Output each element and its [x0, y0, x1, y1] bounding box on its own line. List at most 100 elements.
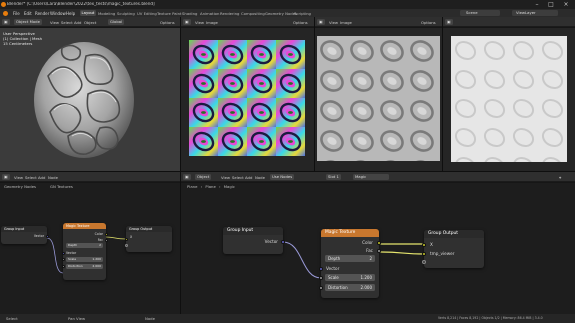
socket-vector-output[interactable]: [45, 234, 49, 238]
socket-empty-input[interactable]: [422, 260, 426, 264]
socket-distortion-input[interactable]: [61, 265, 65, 268]
socket-vector-output[interactable]: [281, 239, 285, 244]
viewport-menu-object[interactable]: Object: [84, 20, 96, 25]
node-right-menu-view[interactable]: View: [221, 175, 230, 180]
node-left-group-input[interactable]: Group Input Vector: [1, 226, 49, 244]
image-editor-1-options[interactable]: Options: [293, 20, 308, 25]
image-editor-2-canvas[interactable]: [315, 28, 442, 171]
image-editor-2-menu-image[interactable]: Image: [340, 20, 352, 25]
node-editor-left-canvas[interactable]: Geometry Nodes GN Textures Group Input V…: [0, 183, 180, 314]
workspace-tab-modeling[interactable]: Modeling: [98, 11, 115, 16]
menu-file[interactable]: File: [13, 11, 20, 16]
shader-type-dropdown[interactable]: Object: [195, 174, 212, 180]
node-right-distortion-field[interactable]: Distortion 2.000: [325, 284, 375, 291]
socket-color-output[interactable]: [377, 240, 381, 245]
maximize-icon[interactable]: □: [546, 1, 556, 8]
editor-type-icon[interactable]: ▣: [183, 19, 191, 25]
workspace-tab-scripting[interactable]: Scripting: [294, 11, 311, 16]
socket-fac-output[interactable]: [104, 238, 108, 242]
workspace-tab-compositing[interactable]: Compositing: [241, 11, 265, 16]
menu-help[interactable]: Help: [66, 11, 75, 16]
material-selector[interactable]: Magic: [353, 174, 389, 180]
viewport-menu-view[interactable]: View: [50, 20, 59, 25]
viewport-3d[interactable]: User Perspective (1) Collection | Mesh 1…: [0, 28, 180, 171]
node-left-menu-select[interactable]: Select: [25, 175, 37, 180]
menu-window[interactable]: Window: [50, 11, 66, 16]
socket-x-input[interactable]: [124, 237, 128, 241]
workspace-tab-uv-editing[interactable]: UV Editing: [137, 11, 157, 16]
viewport-2-canvas[interactable]: [443, 28, 575, 171]
node-right-depth-value: 2: [369, 256, 372, 261]
editor-type-icon[interactable]: ▣: [2, 19, 10, 25]
editor-type-icon[interactable]: ▣: [445, 19, 453, 25]
node-left-group-output[interactable]: Group Output X: [124, 226, 172, 252]
blender-menu-icon[interactable]: [3, 10, 8, 16]
image-editor-1-menu-image[interactable]: Image: [206, 20, 218, 25]
node-left-menu-add[interactable]: Add: [38, 175, 45, 180]
socket-vector-input[interactable]: [319, 266, 323, 271]
node-left-distortion-value: 2.000: [92, 264, 101, 268]
image-editor-1-canvas[interactable]: [181, 28, 314, 171]
node-right-group-input[interactable]: Group Input Vector: [223, 227, 285, 254]
socket-color-output[interactable]: [104, 232, 108, 236]
node-left-magic-texture[interactable]: Magic Texture Color Fac Depth 2 Vector S…: [61, 223, 108, 280]
image-editor-1-header: ▣ View Image Options: [181, 17, 314, 27]
workspace-tab-geometry-nodes[interactable]: Geometry Nodes: [265, 11, 297, 16]
material-slot-dropdown[interactable]: Slot 1: [326, 174, 341, 180]
area-separator[interactable]: [314, 17, 315, 171]
viewport-menu-select[interactable]: Select: [61, 20, 73, 25]
node-right-menu-node[interactable]: Node: [255, 175, 265, 180]
shader-type-label: Object: [197, 174, 210, 179]
area-separator[interactable]: [442, 17, 443, 171]
sculpted-mesh-object[interactable]: [28, 36, 140, 164]
menu-edit[interactable]: Edit: [24, 11, 32, 16]
node-right-scale-field[interactable]: Scale 1.200: [325, 274, 375, 281]
node-right-menu-select[interactable]: Select: [232, 175, 244, 180]
viewport-options-button[interactable]: Options: [160, 20, 175, 25]
socket-vector-input[interactable]: [61, 251, 65, 255]
socket-distortion-input[interactable]: [319, 285, 323, 290]
use-nodes-toggle[interactable]: Use Nodes: [270, 174, 295, 180]
socket-tmp-viewer-input[interactable]: [422, 251, 426, 256]
workspace-tab-sculpting[interactable]: Sculpting: [117, 11, 135, 16]
viewport-menu-add[interactable]: Add: [74, 20, 81, 25]
pin-icon[interactable]: ⌖: [559, 175, 561, 180]
node-left-menu-node[interactable]: Node: [48, 175, 58, 180]
socket-empty-input[interactable]: [124, 244, 128, 247]
image-editor-2-menu-view[interactable]: View: [329, 20, 338, 25]
image-editor-2-options[interactable]: Options: [421, 20, 436, 25]
node-right-depth-field[interactable]: Depth 2: [325, 255, 375, 262]
node-left-group-input-vector: Vector: [33, 234, 44, 238]
editor-type-icon[interactable]: ▣: [317, 19, 325, 25]
node-left-distortion-field[interactable]: Distortion 2.000: [66, 264, 103, 269]
socket-x-input[interactable]: [422, 242, 426, 247]
editor-type-icon[interactable]: ▣: [2, 174, 10, 180]
node-right-magic-texture[interactable]: Magic Texture Color Fac Depth 2 Vector S…: [319, 229, 381, 298]
node-left-scale-field[interactable]: Scale 1.200: [66, 257, 103, 262]
image-editor-1-menu-view[interactable]: View: [195, 20, 204, 25]
socket-scale-input[interactable]: [319, 275, 323, 280]
close-icon[interactable]: ×: [561, 1, 571, 8]
node-left-menu-view[interactable]: View: [14, 175, 23, 180]
view-layer-selector[interactable]: ViewLayer: [512, 10, 558, 16]
node-editor-right-canvas[interactable]: Plane › Plane › Magic Group Input Vector…: [181, 183, 575, 314]
editor-type-icon[interactable]: ▣: [183, 174, 191, 180]
scene-selector[interactable]: Scene: [460, 10, 500, 16]
workspace-tab-texture-paint[interactable]: Texture Paint: [157, 11, 182, 16]
node-right-group-output-title: Group Output: [424, 230, 484, 238]
node-left-depth-field[interactable]: Depth 2: [66, 243, 103, 248]
object-mode-dropdown[interactable]: Object Mode: [14, 19, 42, 25]
menu-render[interactable]: Render: [35, 11, 49, 16]
workspace-tab-layout[interactable]: Layout: [80, 10, 96, 16]
top-menu-bar: File Edit Render Window Help Layout Mode…: [0, 9, 575, 17]
socket-scale-input[interactable]: [61, 258, 65, 261]
minimize-icon[interactable]: –: [532, 1, 542, 8]
workspace-tab-rendering[interactable]: Rendering: [220, 11, 239, 16]
workspace-tab-shading[interactable]: Shading: [182, 11, 197, 16]
transform-orientation-dropdown[interactable]: Global: [108, 19, 125, 25]
node-right-group-output[interactable]: Group Output X tmp_viewer: [422, 230, 484, 268]
node-right-depth-label: Depth: [328, 256, 341, 261]
workspace-tab-animation[interactable]: Animation: [200, 11, 219, 16]
socket-fac-output[interactable]: [377, 248, 381, 253]
node-right-menu-add[interactable]: Add: [245, 175, 252, 180]
